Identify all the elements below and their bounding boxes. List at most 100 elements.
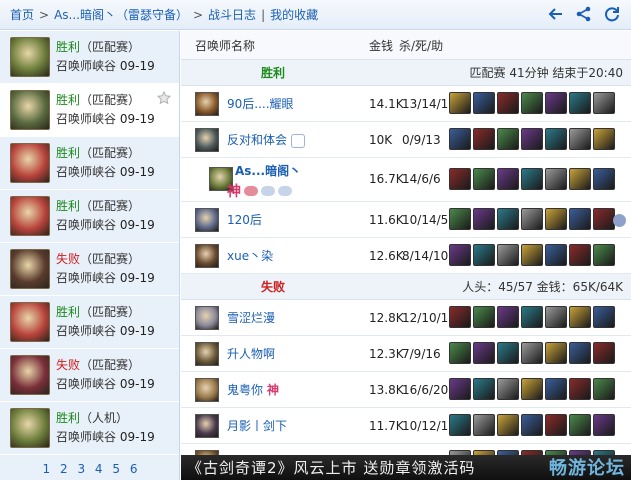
item-icon[interactable] xyxy=(593,342,615,364)
player-row[interactable]: xue丶染 12.6K 8/14/10 xyxy=(181,238,631,274)
share-icon[interactable] xyxy=(575,5,593,23)
item-icon[interactable] xyxy=(545,306,567,328)
item-icon[interactable] xyxy=(473,208,495,230)
summoner-name-link[interactable]: 反对和体会 xyxy=(227,133,287,147)
item-icon[interactable] xyxy=(449,128,471,150)
match-list-item[interactable]: 胜利（匹配赛） 召唤师峡谷 09-19 xyxy=(0,190,179,243)
item-icon[interactable] xyxy=(569,342,591,364)
item-icon[interactable] xyxy=(449,378,471,400)
match-list-item[interactable]: 胜利（匹配赛） 召唤师峡谷 09-19 xyxy=(0,31,179,84)
item-icon[interactable] xyxy=(497,208,519,230)
item-icon[interactable] xyxy=(473,414,495,436)
page-link[interactable]: 3 xyxy=(77,462,85,476)
player-row[interactable]: As...暗阁丶神 16.7K 14/6/6 xyxy=(181,158,631,202)
item-icon[interactable] xyxy=(497,92,519,114)
breadcrumb-home[interactable]: 首页 xyxy=(10,6,34,23)
item-icon[interactable] xyxy=(593,208,615,230)
player-row[interactable]: 雪涩烂漫 12.8K 12/10/13 xyxy=(181,300,631,336)
item-icon[interactable] xyxy=(449,342,471,364)
item-icon[interactable] xyxy=(449,92,471,114)
item-icon[interactable] xyxy=(497,378,519,400)
item-icon[interactable] xyxy=(521,244,543,266)
item-icon[interactable] xyxy=(593,128,615,150)
item-icon[interactable] xyxy=(449,244,471,266)
item-icon[interactable] xyxy=(521,414,543,436)
match-list-item[interactable]: 胜利（匹配赛） 召唤师峡谷 09-19 xyxy=(0,296,179,349)
item-icon[interactable] xyxy=(545,208,567,230)
item-icon[interactable] xyxy=(569,92,591,114)
page-link[interactable]: 4 xyxy=(95,462,103,476)
summoner-name-link[interactable]: 雪涩烂漫 xyxy=(227,309,363,326)
item-icon[interactable] xyxy=(569,168,591,190)
page-link[interactable]: 1 xyxy=(43,462,51,476)
item-icon[interactable] xyxy=(473,306,495,328)
item-icon[interactable] xyxy=(569,306,591,328)
item-icon[interactable] xyxy=(473,342,495,364)
summoner-name-link[interactable]: xue丶染 xyxy=(227,247,363,264)
item-icon[interactable] xyxy=(473,128,495,150)
item-icon[interactable] xyxy=(569,208,591,230)
item-icon[interactable] xyxy=(545,128,567,150)
player-row[interactable]: 90后....耀眼 14.1K 13/14/12 xyxy=(181,86,631,122)
item-icon[interactable] xyxy=(497,414,519,436)
item-icon[interactable] xyxy=(521,378,543,400)
match-list-item[interactable]: 胜利（匹配赛） 召唤师峡谷 09-19 xyxy=(0,137,179,190)
item-icon[interactable] xyxy=(593,306,615,328)
item-icon[interactable] xyxy=(497,168,519,190)
summoner-name-link[interactable]: 鬼粤你 xyxy=(227,383,263,397)
breadcrumb-favorites[interactable]: 我的收藏 xyxy=(270,6,318,23)
item-icon[interactable] xyxy=(593,414,615,436)
back-arrow-icon[interactable] xyxy=(547,5,565,23)
item-icon[interactable] xyxy=(497,244,519,266)
player-row[interactable]: 鬼粤你神 13.8K 16/6/20 xyxy=(181,372,631,408)
item-icon[interactable] xyxy=(569,128,591,150)
item-icon[interactable] xyxy=(545,378,567,400)
summoner-name-link[interactable]: 90后....耀眼 xyxy=(227,95,363,112)
item-icon[interactable] xyxy=(593,168,615,190)
match-list-item[interactable]: 失败（匹配赛） 召唤师峡谷 09-19 xyxy=(0,349,179,402)
item-icon[interactable] xyxy=(545,244,567,266)
refresh-icon[interactable] xyxy=(603,5,621,23)
summoner-name-link[interactable]: 升人物啊 xyxy=(227,345,363,362)
summoner-name-link[interactable]: As...暗阁丶 xyxy=(235,162,371,179)
summoner-name-link[interactable]: 120后 xyxy=(227,211,363,228)
item-icon[interactable] xyxy=(449,306,471,328)
item-icon[interactable] xyxy=(521,92,543,114)
item-icon[interactable] xyxy=(545,92,567,114)
item-icon[interactable] xyxy=(473,378,495,400)
page-link[interactable]: 5 xyxy=(112,462,120,476)
item-icon[interactable] xyxy=(521,208,543,230)
breadcrumb-battle-log[interactable]: 战斗日志 xyxy=(208,6,256,23)
player-row[interactable]: 120后 11.6K 10/14/5 xyxy=(181,202,631,238)
summoner-name-link[interactable]: 月影丨剑下 xyxy=(227,417,363,434)
page-link[interactable]: 2 xyxy=(60,462,68,476)
ad-banner[interactable]: 《古剑奇谭2》风云上市 送勋章领激活码 畅游论坛 xyxy=(181,455,631,480)
page-link[interactable]: 6 xyxy=(130,462,138,476)
item-icon[interactable] xyxy=(521,168,543,190)
item-icon[interactable] xyxy=(569,414,591,436)
player-row[interactable]: 月影丨剑下 11.7K 10/12/19 xyxy=(181,408,631,444)
breadcrumb-summoner[interactable]: As...暗阁丶（雷瑟守备） xyxy=(54,6,188,23)
item-icon[interactable] xyxy=(473,92,495,114)
item-icon[interactable] xyxy=(593,244,615,266)
match-list-item[interactable]: 胜利（人机） 召唤师峡谷 09-19 xyxy=(0,402,179,455)
match-list-item[interactable]: 失败（匹配赛） 召唤师峡谷 09-19 xyxy=(0,243,179,296)
item-icon[interactable] xyxy=(473,244,495,266)
item-icon[interactable] xyxy=(593,92,615,114)
favorite-star-icon[interactable] xyxy=(157,91,171,105)
item-icon[interactable] xyxy=(497,342,519,364)
item-icon[interactable] xyxy=(449,168,471,190)
item-icon[interactable] xyxy=(473,168,495,190)
match-list-item[interactable]: 胜利（匹配赛） 召唤师峡谷 09-19 xyxy=(0,84,179,137)
item-icon[interactable] xyxy=(521,306,543,328)
item-icon[interactable] xyxy=(497,306,519,328)
item-icon[interactable] xyxy=(593,378,615,400)
item-icon[interactable] xyxy=(545,414,567,436)
item-icon[interactable] xyxy=(521,342,543,364)
item-icon[interactable] xyxy=(521,128,543,150)
item-icon[interactable] xyxy=(449,414,471,436)
item-icon[interactable] xyxy=(497,128,519,150)
player-row[interactable]: 升人物啊 12.3K 7/9/16 xyxy=(181,336,631,372)
item-icon[interactable] xyxy=(545,342,567,364)
item-icon[interactable] xyxy=(545,168,567,190)
